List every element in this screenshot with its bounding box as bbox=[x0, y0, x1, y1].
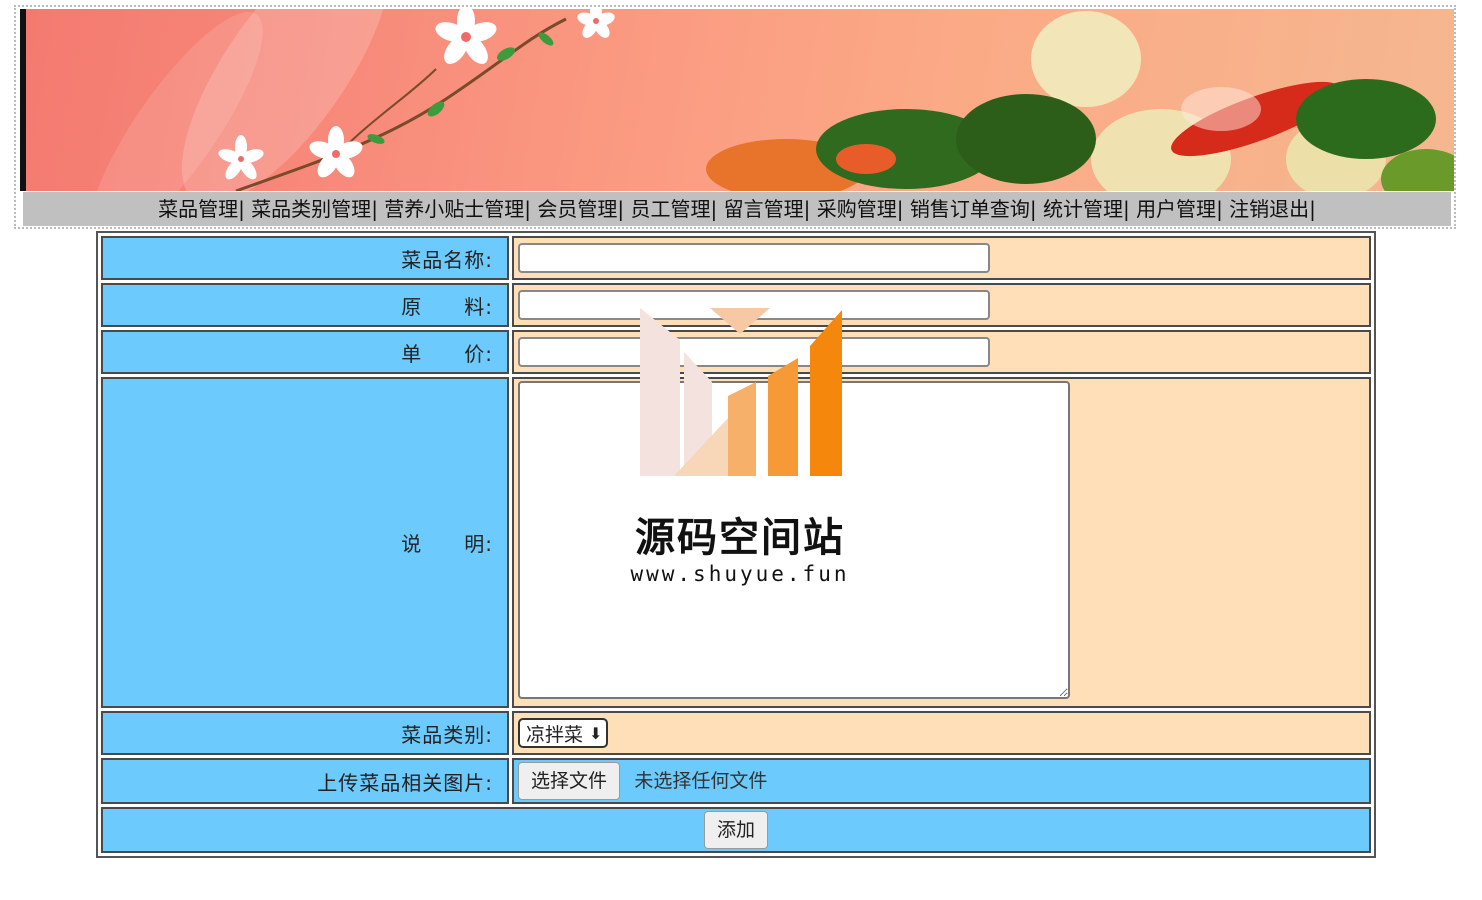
nav-separator: | bbox=[371, 197, 378, 221]
dish-name-input[interactable] bbox=[518, 243, 990, 273]
category-cell: 凉拌菜 ⬇︎ bbox=[512, 711, 1371, 755]
form-row-submit: 添加 bbox=[101, 807, 1371, 853]
nav-item-9[interactable]: 用户管理 bbox=[1136, 197, 1216, 221]
nav-separator: | bbox=[524, 197, 532, 221]
dish-name-cell bbox=[512, 236, 1371, 280]
category-selected-value: 凉拌菜 bbox=[526, 723, 584, 746]
category-label: 菜品类别: bbox=[101, 711, 509, 755]
description-textarea[interactable] bbox=[518, 381, 1070, 699]
chevron-down-icon: ⬇︎ bbox=[589, 723, 603, 743]
nav-separator: | bbox=[710, 197, 718, 221]
nav-separator: | bbox=[1122, 197, 1130, 221]
form-row-price: 单 价: bbox=[101, 330, 1371, 374]
nav-separator: | bbox=[1216, 197, 1223, 221]
ingredients-cell bbox=[512, 283, 1371, 327]
header-banner-image bbox=[20, 9, 1454, 191]
nav-separator: | bbox=[896, 197, 904, 221]
form-row-category: 菜品类别: 凉拌菜 ⬇︎ bbox=[101, 711, 1371, 755]
nav-item-8[interactable]: 统计管理 bbox=[1043, 197, 1123, 221]
nav-separator: | bbox=[238, 197, 245, 221]
nav-item-0[interactable]: 菜品管理 bbox=[158, 197, 238, 221]
nav-separator: | bbox=[617, 197, 625, 221]
upload-label: 上传菜品相关图片: bbox=[101, 758, 509, 804]
add-button[interactable]: 添加 bbox=[703, 811, 768, 849]
price-input[interactable] bbox=[518, 337, 990, 367]
submit-cell: 添加 bbox=[101, 807, 1371, 853]
nav-separator: | bbox=[803, 197, 811, 221]
ingredients-input[interactable] bbox=[518, 290, 990, 320]
form-row-name: 菜品名称: bbox=[101, 236, 1371, 280]
description-cell bbox=[512, 377, 1371, 708]
nav-item-6[interactable]: 采购管理 bbox=[817, 197, 897, 221]
form-row-description: 说 明: bbox=[101, 377, 1371, 708]
nav-item-7[interactable]: 销售订单查询 bbox=[910, 197, 1030, 221]
nav-item-10[interactable]: 注销退出 bbox=[1229, 197, 1309, 221]
dish-name-label: 菜品名称: bbox=[101, 236, 509, 280]
nav-item-2[interactable]: 营养小贴士管理 bbox=[384, 197, 524, 221]
upload-cell: 选择文件 未选择任何文件 bbox=[512, 758, 1371, 804]
ingredients-label: 原 料: bbox=[101, 283, 509, 327]
nav-separator: | bbox=[1029, 197, 1037, 221]
header-frame: 菜品管理| 菜品类别管理| 营养小贴士管理| 会员管理| 员工管理| 留言管理|… bbox=[14, 5, 1456, 229]
description-label: 说 明: bbox=[101, 377, 509, 708]
category-select[interactable]: 凉拌菜 ⬇︎ bbox=[518, 718, 609, 748]
nav-item-5[interactable]: 留言管理 bbox=[724, 197, 804, 221]
file-status-text: 未选择任何文件 bbox=[634, 770, 768, 792]
main-navigation: 菜品管理| 菜品类别管理| 营养小贴士管理| 会员管理| 员工管理| 留言管理|… bbox=[23, 192, 1451, 226]
price-label: 单 价: bbox=[101, 330, 509, 374]
price-cell bbox=[512, 330, 1371, 374]
nav-item-1[interactable]: 菜品类别管理 bbox=[251, 197, 371, 221]
form-row-upload: 上传菜品相关图片: 选择文件 未选择任何文件 bbox=[101, 758, 1371, 804]
nav-item-3[interactable]: 会员管理 bbox=[537, 197, 617, 221]
nav-item-4[interactable]: 员工管理 bbox=[631, 197, 711, 221]
add-dish-form: 菜品名称: 原 料: 单 价: 说 明: 菜品类别: 凉拌菜 ⬇︎ 上传菜品相关… bbox=[96, 231, 1376, 858]
nav-separator: | bbox=[1309, 197, 1316, 221]
choose-file-button[interactable]: 选择文件 bbox=[518, 762, 621, 800]
form-row-ingredients: 原 料: bbox=[101, 283, 1371, 327]
